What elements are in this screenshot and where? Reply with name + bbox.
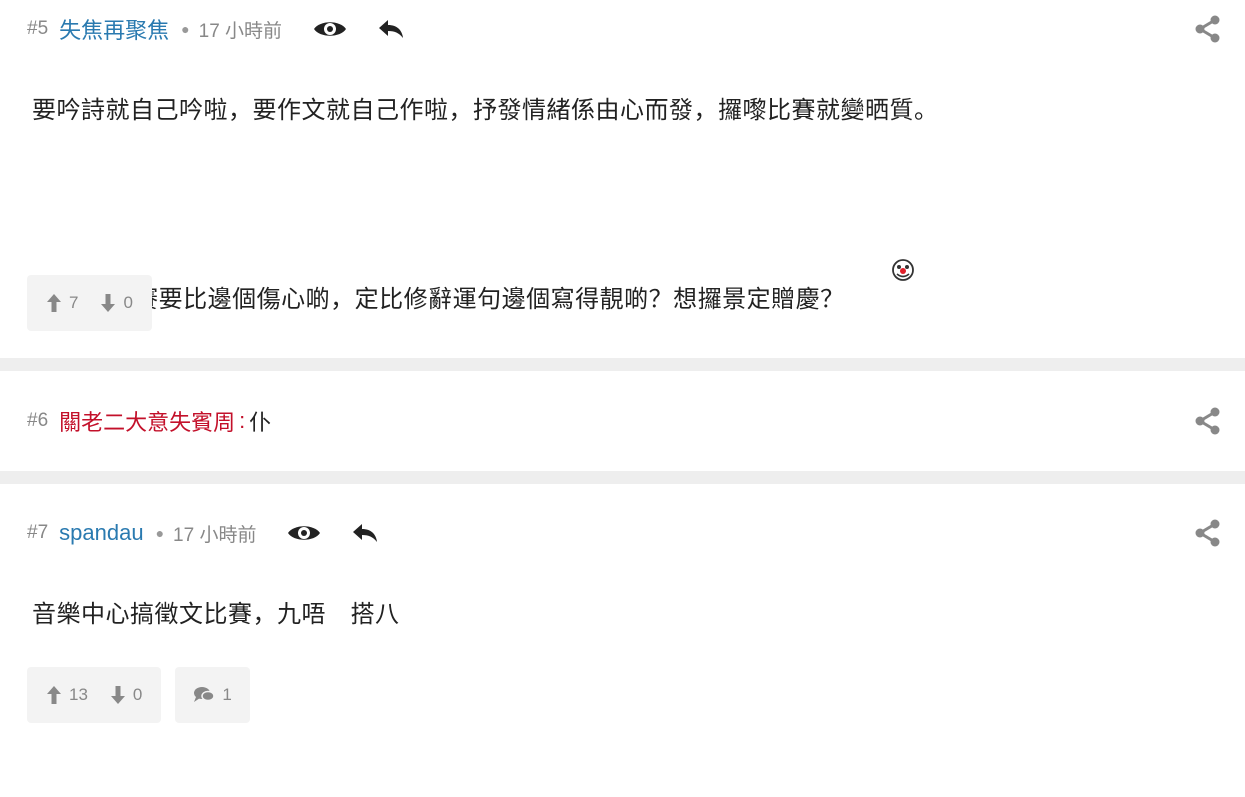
thumb-down-arrow-icon <box>101 294 116 312</box>
floor-number: #7 <box>27 522 49 543</box>
separator-dot: ● <box>155 525 165 541</box>
inline-reply-text: 仆 <box>249 410 272 435</box>
downvote-button[interactable]: 0 <box>100 293 133 313</box>
thumb-up-arrow-icon <box>47 294 61 312</box>
post-6: #6 關老二大意失賓周 : 仆 <box>0 371 1245 471</box>
downvote-button[interactable]: 0 <box>110 685 142 705</box>
post-divider <box>0 471 1245 484</box>
author-link[interactable]: spandau <box>59 520 143 546</box>
separator-colon: : <box>239 408 246 433</box>
post-5: #5 失焦再聚焦 ● 17 小時前 要吟詩就自己吟啦，要作文就自己作啦，抒發情緒… <box>0 0 1245 358</box>
vote-bar: 7 0 <box>27 275 152 331</box>
upvote-button[interactable]: 7 <box>46 293 100 313</box>
downvote-count: 0 <box>132 685 143 704</box>
post-time: 17 小時前 <box>173 524 257 546</box>
share-icon[interactable] <box>1193 518 1223 548</box>
post-body-text: 你搞比賽要比邊個傷心啲，定比修辭運句邊個寫得靚啲？想攞景定贈慶？ <box>60 286 845 313</box>
thumb-down-arrow-icon <box>110 686 125 704</box>
post-body-line: 音樂中心搞徵文比賽，九唔 搭八 <box>32 601 400 628</box>
vote-bar: 13 0 1 <box>27 667 250 723</box>
floor-number: #5 <box>27 18 49 39</box>
author-link[interactable]: 失焦再聚焦 <box>59 13 169 45</box>
comment-icon <box>194 687 216 702</box>
floor-number: #6 <box>27 410 49 431</box>
reply-icon[interactable] <box>376 14 406 44</box>
comment-count: 1 <box>222 685 232 704</box>
eye-icon[interactable] <box>312 14 348 44</box>
post-header: #6 關老二大意失賓周 : 仆 <box>27 406 271 436</box>
vote-box: 7 0 <box>27 275 152 331</box>
post-body-line: 你搞比賽要比邊個傷心啲，定比修辭運句邊個寫得靚啲？想攞景定贈慶？ <box>32 202 915 345</box>
upvote-button[interactable]: 13 <box>46 685 110 705</box>
reply-icon[interactable] <box>350 518 380 548</box>
separator-dot: ● <box>181 21 190 37</box>
downvote-count: 0 <box>123 293 133 312</box>
comment-box: 1 <box>175 667 250 723</box>
share-icon[interactable] <box>1193 406 1223 436</box>
post-header: #7 spandau ● 17 小時前 <box>27 518 380 548</box>
vote-box: 13 0 <box>27 667 162 723</box>
post-divider <box>0 358 1245 371</box>
post-time: 17 小時前 <box>198 20 283 42</box>
comments-button[interactable]: 1 <box>193 685 232 705</box>
upvote-count: 13 <box>69 685 88 704</box>
eye-icon[interactable] <box>286 518 322 548</box>
share-icon[interactable] <box>1193 14 1223 44</box>
post-body-line: 要吟詩就自己吟啦，要作文就自己作啦，抒發情緒係由心而發，攞嚟比賽就變晒質。 <box>32 97 939 124</box>
post-7: #7 spandau ● 17 小時前 音樂中心搞徵文比賽，九唔 搭八 13 0… <box>0 484 1245 797</box>
post-header: #5 失焦再聚焦 ● 17 小時前 <box>27 14 406 44</box>
author-link[interactable]: 關老二大意失賓周 <box>59 405 235 437</box>
upvote-count: 7 <box>69 293 79 312</box>
clown-emoji-icon <box>848 230 915 317</box>
thumb-up-arrow-icon <box>47 686 61 704</box>
